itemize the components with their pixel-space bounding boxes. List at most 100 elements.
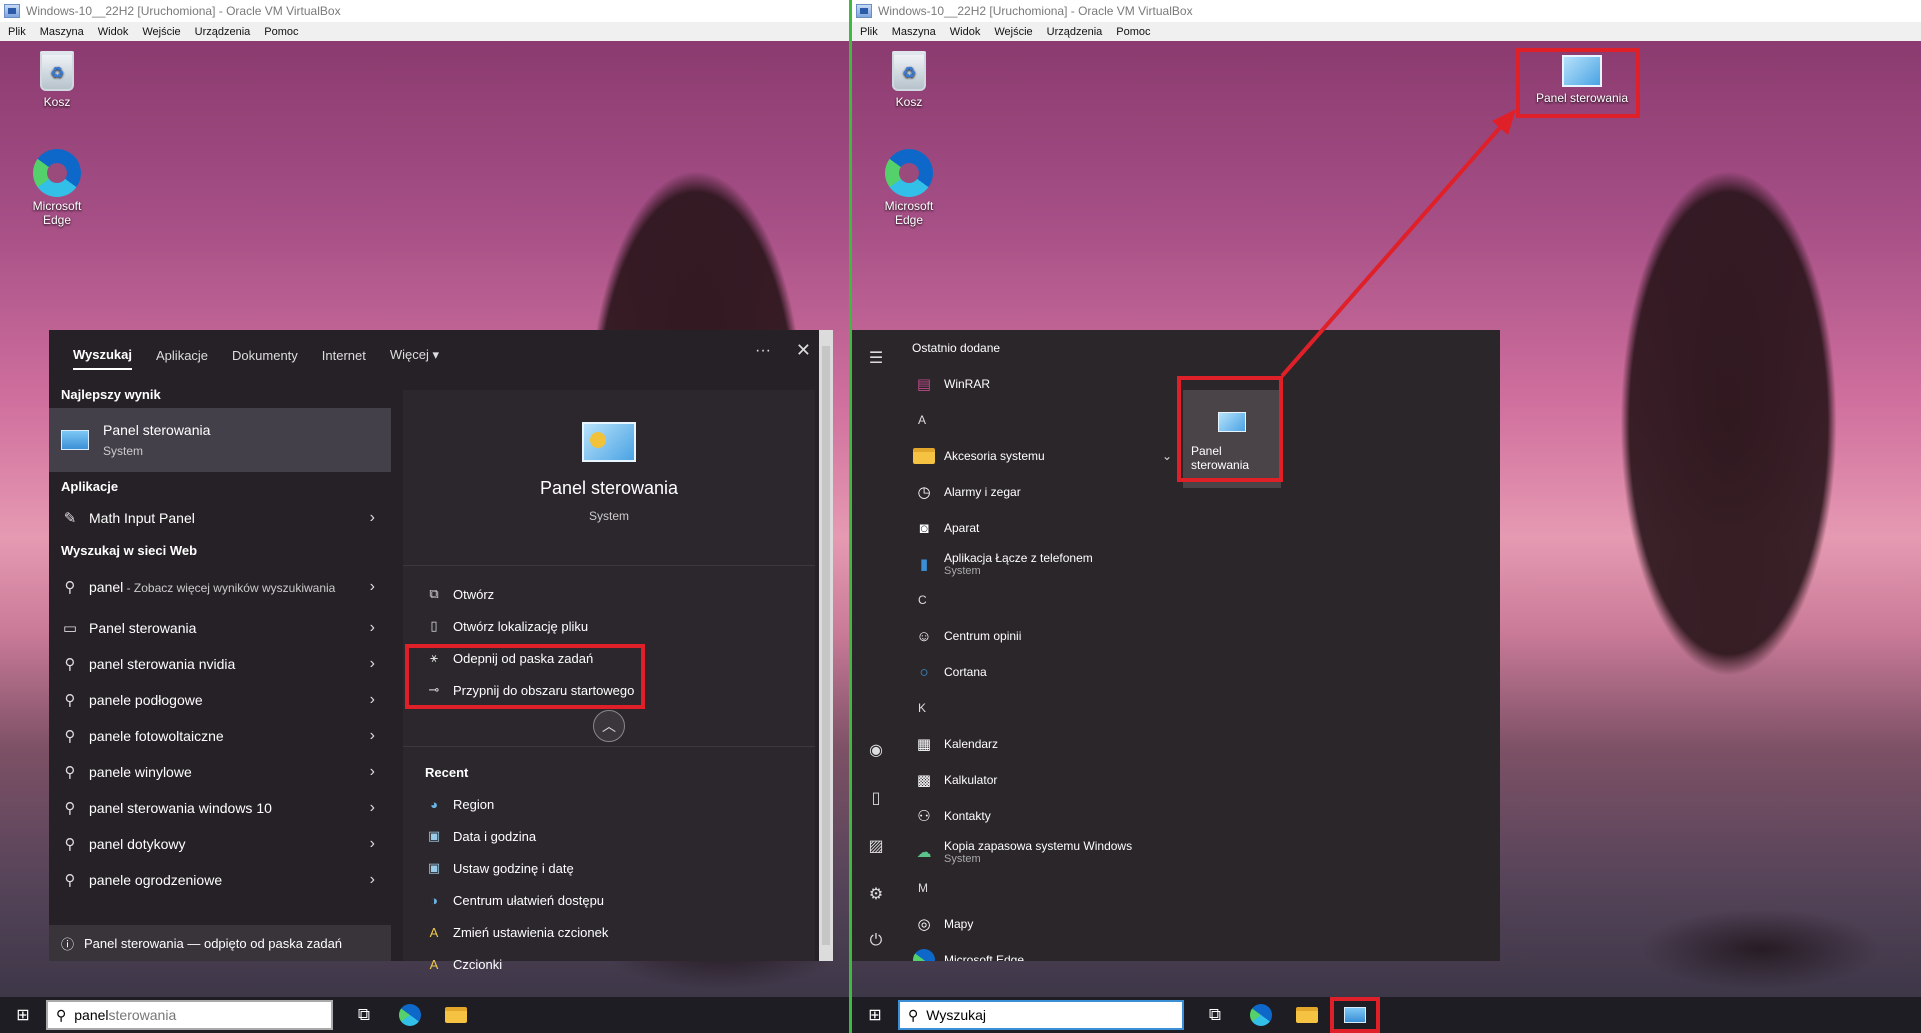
search-suggestion: sterowania [108,1007,177,1023]
recent-item[interactable]: ▣ Data i godzina [403,820,815,852]
settings-gear-icon[interactable]: ⚙ [852,884,900,904]
windows-start-icon[interactable]: ⊞ [852,997,898,1033]
letter-header[interactable]: A [912,402,1172,438]
menu-item-maszyna[interactable]: Maszyna [40,26,84,38]
window-titlebar[interactable]: Windows-10__22H2 [Uruchomiona] - Oracle … [0,0,849,22]
menu-item-pomoc[interactable]: Pomoc [264,26,298,38]
camera-icon: ◙ [919,519,929,537]
app-kontakty[interactable]: ⚇ Kontakty [912,798,1172,834]
menu-item-wejscie[interactable]: Wejście [142,26,180,38]
letter-header[interactable]: K [912,690,1172,726]
taskbar-explorer[interactable] [433,997,479,1033]
chevron-up-icon[interactable]: ︿ [593,710,625,742]
windows-start-icon[interactable]: ⊞ [0,997,46,1033]
menu-item-widok[interactable]: Widok [950,26,981,38]
desktop-icon-recycle-bin[interactable]: Kosz [17,51,97,109]
tab-aplikacje[interactable]: Aplikacje [156,348,208,363]
app-edge[interactable]: Microsoft Edge [912,942,1172,961]
task-view-icon[interactable]: ⧉ [1192,997,1238,1033]
taskbar-explorer[interactable] [1284,997,1330,1033]
web-result[interactable]: ⚲ panele winylowe › [49,754,391,790]
tab-dokumenty[interactable]: Dokumenty [232,348,298,363]
menu-item-widok[interactable]: Widok [98,26,129,38]
chevron-right-icon[interactable]: › [370,655,375,673]
task-view-icon[interactable]: ⧉ [341,997,387,1033]
recent-label: Data i godzina [453,828,537,844]
menu-item-plik[interactable]: Plik [860,26,878,38]
recent-item[interactable]: ◑ Centrum ułatwień dostępu [403,884,815,916]
chevron-down-icon[interactable]: ⌄ [1162,449,1172,463]
menu-item-plik[interactable]: Plik [8,26,26,38]
start-tile-control-panel[interactable]: Panel sterowania [1183,390,1281,488]
letter-header[interactable]: M [912,870,1172,906]
app-phone-link[interactable]: ▮ Aplikacja Łącze z telefonem System [912,546,1172,582]
hamburger-icon[interactable]: ☰ [852,348,900,368]
documents-icon[interactable]: ▯ [852,788,900,808]
chevron-right-icon[interactable]: › [370,835,375,853]
app-alarmy[interactable]: ◷ Alarmy i zegar [912,474,1172,510]
action-pin-start[interactable]: ⊸ Przypnij do obszaru startowego [403,674,815,706]
result-math-input-panel[interactable]: ✎ Math Input Panel › [49,500,391,536]
menu-item-wejscie[interactable]: Wejście [994,26,1032,38]
web-result[interactable]: ⚲ panele fotowoltaiczne › [49,718,391,754]
action-unpin-taskbar[interactable]: ⚹ Odepnij od paska zadań [403,642,815,674]
control-panel-icon [582,422,636,462]
web-result[interactable]: ⚲ panele podłogowe › [49,682,391,718]
tab-wiecej[interactable]: Więcej ▾ [390,347,439,363]
window-titlebar[interactable]: Windows-10__22H2 [Uruchomiona] - Oracle … [852,0,1921,22]
web-result[interactable]: ▭ Panel sterowania › [49,610,391,646]
taskbar-edge[interactable] [387,997,433,1033]
app-centrum-opinii[interactable]: ☺ Centrum opinii [912,618,1172,654]
web-result-panel[interactable]: ⚲ panel - Zobacz więcej wyników wyszukiw… [49,564,391,610]
chevron-right-icon[interactable]: › [370,578,375,596]
recent-item[interactable]: A Czcionki [403,948,815,980]
recent-item[interactable]: ▣ Ustaw godzinę i datę [403,852,815,884]
web-result[interactable]: ⚲ panele ogrodzeniowe › [49,862,391,898]
more-options-icon[interactable]: ··· [755,342,771,360]
menu-item-maszyna[interactable]: Maszyna [892,26,936,38]
search-input[interactable]: ⚲ Wyszukaj [898,1000,1184,1030]
menu-item-urzadzenia[interactable]: Urządzenia [195,26,251,38]
chevron-right-icon[interactable]: › [370,763,375,781]
action-open[interactable]: ⧉ Otwórz [403,578,815,610]
chevron-right-icon[interactable]: › [370,799,375,817]
app-kalendarz[interactable]: ▦ Kalendarz [912,726,1172,762]
chevron-right-icon[interactable]: › [370,727,375,745]
app-cortana[interactable]: ○ Cortana [912,654,1172,690]
desktop-icon-recycle-bin[interactable]: Kosz [869,51,949,109]
letter-header[interactable]: C [912,582,1172,618]
app-kalkulator[interactable]: ▩ Kalkulator [912,762,1172,798]
taskbar-edge[interactable] [1238,997,1284,1033]
chevron-right-icon[interactable]: › [370,619,375,637]
power-icon[interactable]: ⏻ [852,932,900,950]
action-open-file-location[interactable]: ▯ Otwórz lokalizację pliku [403,610,815,642]
pictures-icon[interactable]: ▨ [852,836,900,856]
web-result[interactable]: ⚲ panel dotykowy › [49,826,391,862]
app-mapy[interactable]: ◎ Mapy [912,906,1172,942]
search-input[interactable]: ⚲ panel sterowania [46,1000,333,1030]
chevron-right-icon[interactable]: › [370,871,375,889]
best-result[interactable]: Panel sterowania System [49,408,391,472]
taskbar-control-panel[interactable] [1330,997,1380,1033]
web-result[interactable]: ⚲ panel sterowania windows 10 › [49,790,391,826]
web-result[interactable]: ⚲ panel sterowania nvidia › [49,646,391,682]
chevron-right-icon[interactable]: › [370,509,375,527]
recent-item[interactable]: ◕ Region [403,788,815,820]
desktop-icon-edge[interactable]: Microsoft Edge [17,149,97,227]
app-backup[interactable]: ☁ Kopia zapasowa systemu Windows System [912,834,1172,870]
close-icon[interactable]: ✕ [796,340,811,361]
tab-wyszukaj[interactable]: Wyszukaj [73,341,133,370]
menu-item-urzadzenia[interactable]: Urządzenia [1047,26,1103,38]
action-label: Odepnij od paska zadań [453,650,594,666]
scrollbar[interactable] [819,330,833,961]
user-icon[interactable]: ◉ [852,740,900,760]
recent-item[interactable]: A Zmień ustawienia czcionek [403,916,815,948]
app-akcesoria[interactable]: Akcesoria systemu ⌄ [912,438,1172,474]
app-winrar[interactable]: ▤ WinRAR [912,366,1172,402]
chevron-right-icon[interactable]: › [370,691,375,709]
tab-internet[interactable]: Internet [322,348,366,363]
desktop-icon-control-panel[interactable]: Panel sterowania [1532,55,1632,105]
menu-item-pomoc[interactable]: Pomoc [1116,26,1150,38]
app-aparat[interactable]: ◙ Aparat [912,510,1172,546]
desktop-icon-edge[interactable]: Microsoft Edge [869,149,949,227]
